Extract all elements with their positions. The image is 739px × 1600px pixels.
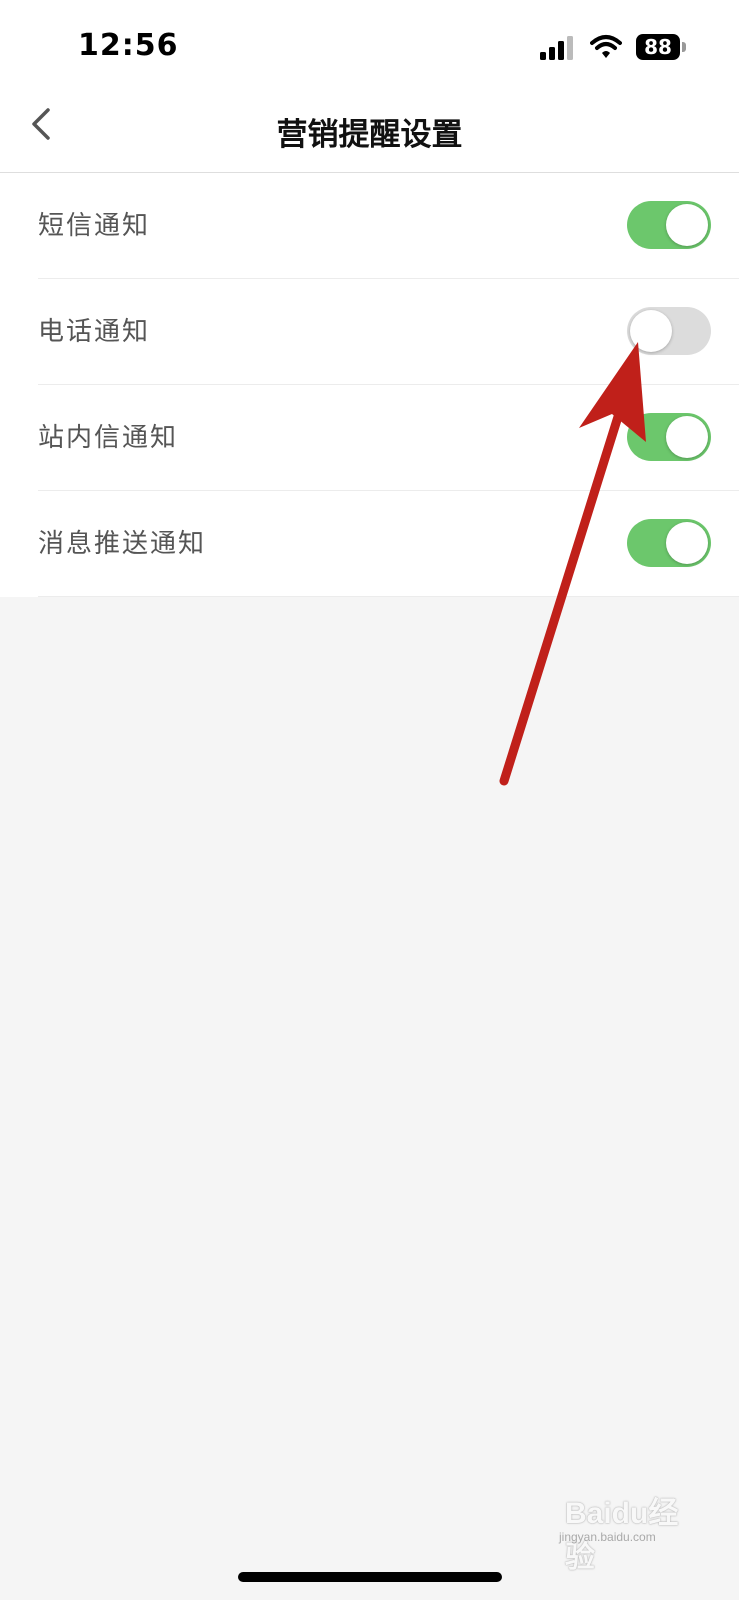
- toggle-knob: [666, 416, 708, 458]
- toggle-knob: [666, 522, 708, 564]
- in-app-message-notification-toggle[interactable]: [627, 413, 711, 461]
- wifi-icon: [590, 35, 622, 58]
- baidu-jingyan-watermark: Baidu经验 jingyan.baidu.com: [555, 1480, 705, 1574]
- home-indicator[interactable]: [238, 1572, 502, 1582]
- battery-icon: 88: [636, 34, 686, 60]
- watermark-url: jingyan.baidu.com: [559, 1530, 656, 1544]
- setting-row-in-app-message: 站内信通知: [38, 385, 739, 491]
- setting-row-push: 消息推送通知: [38, 491, 739, 597]
- setting-label: 站内信通知: [38, 423, 179, 453]
- toggle-knob: [630, 310, 672, 352]
- cellular-signal-icon: [540, 36, 573, 60]
- phone-notification-toggle[interactable]: [627, 307, 711, 355]
- toggle-knob: [666, 204, 708, 246]
- setting-label: 电话通知: [38, 317, 151, 347]
- page-title: 营销提醒设置: [276, 117, 463, 153]
- push-notification-toggle[interactable]: [627, 519, 711, 567]
- battery-tip: [682, 42, 686, 52]
- setting-row-phone: 电话通知: [38, 279, 739, 385]
- status-bar: 12:56 88: [0, 0, 739, 95]
- setting-row-sms: 短信通知: [38, 173, 739, 279]
- sms-notification-toggle[interactable]: [627, 201, 711, 249]
- settings-list: 短信通知 电话通知 站内信通知 消息推送通知: [0, 173, 739, 597]
- status-time: 12:56: [78, 28, 179, 63]
- navigation-bar: 营销提醒设置: [0, 95, 739, 173]
- setting-label: 消息推送通知: [38, 529, 207, 559]
- battery-level: 88: [636, 34, 680, 60]
- setting-label: 短信通知: [38, 211, 151, 241]
